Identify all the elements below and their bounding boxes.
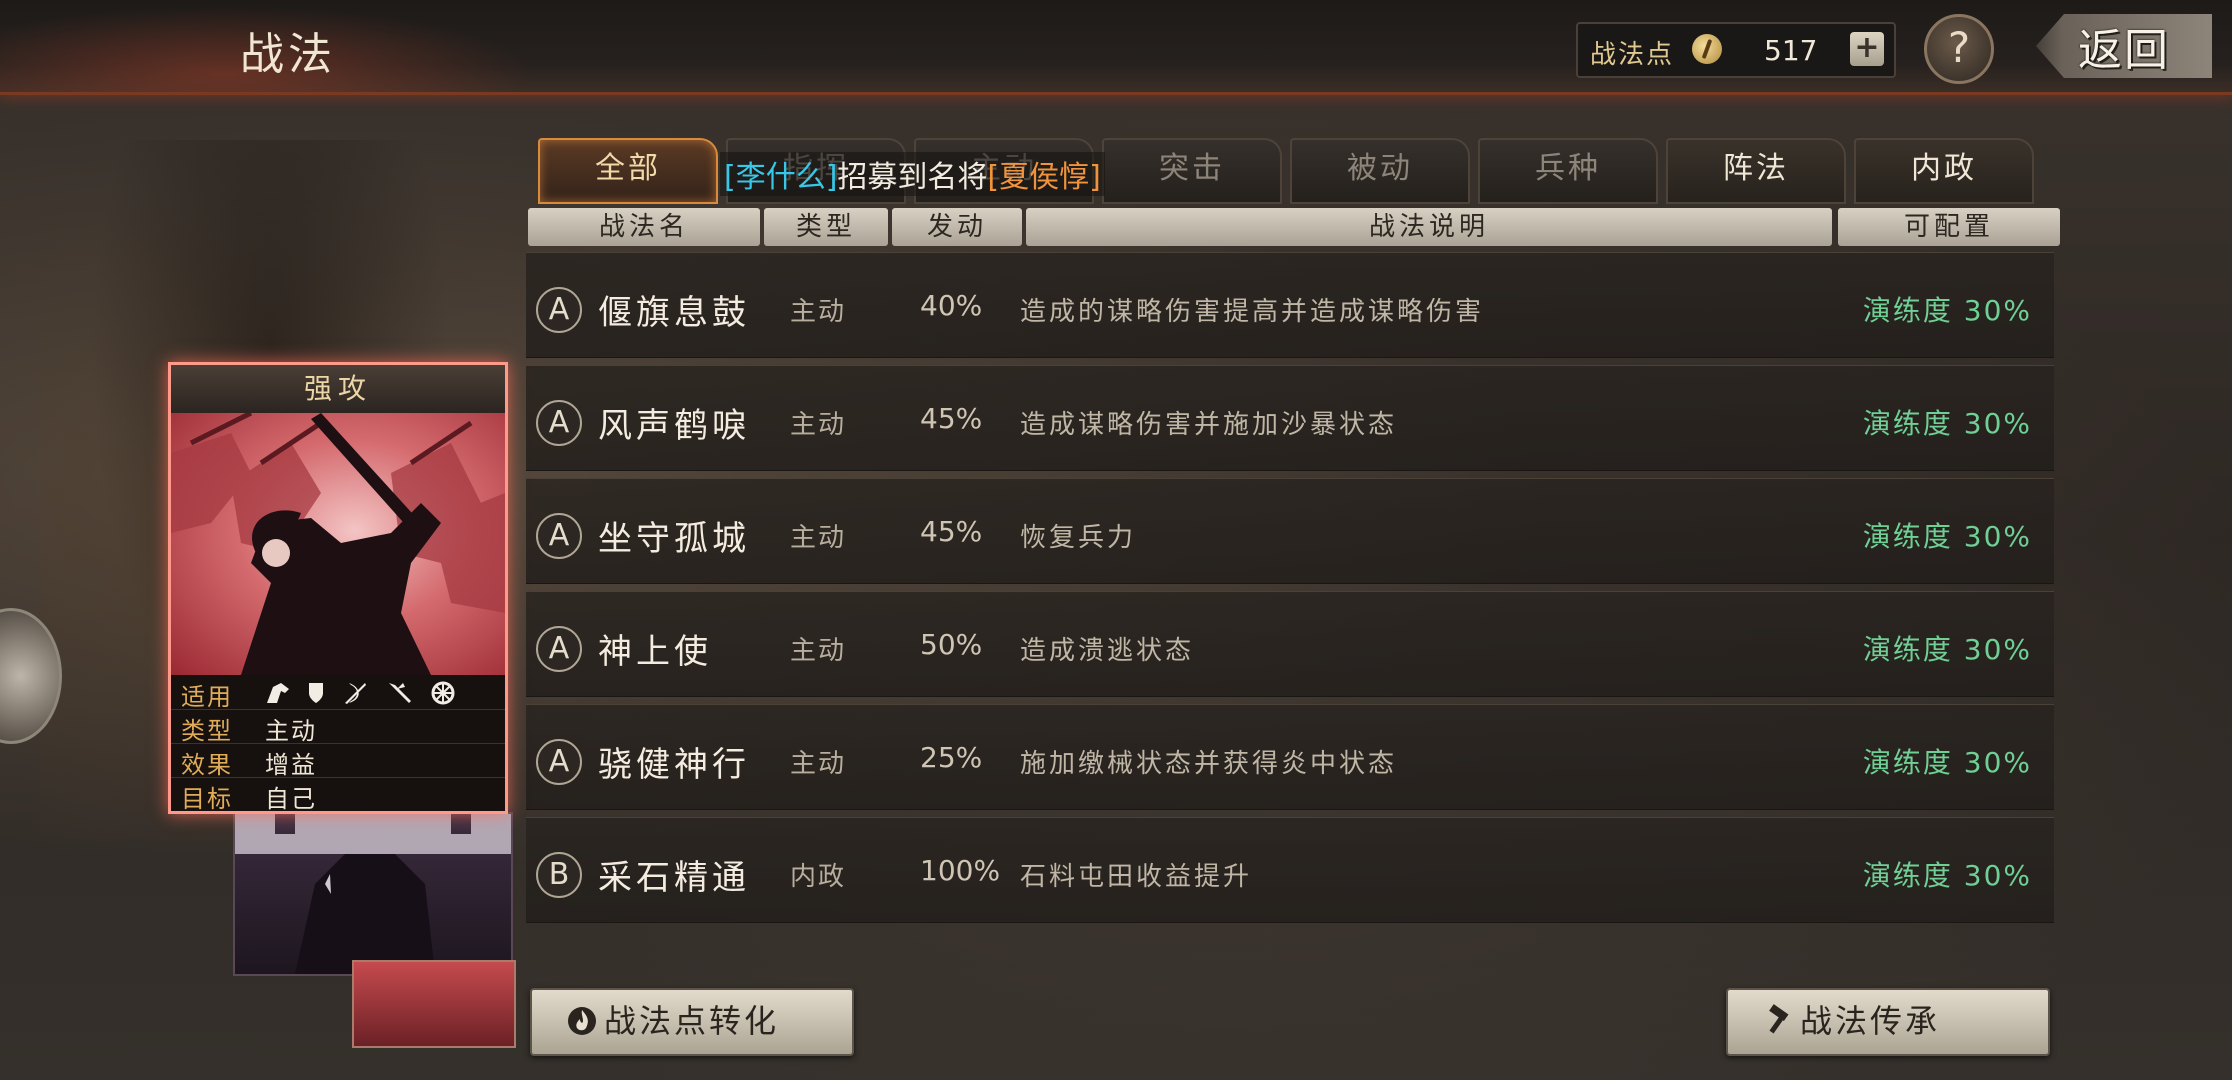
skill-config: 演练度 30% (1862, 633, 2032, 666)
tab-troop-type[interactable]: 兵种 (1478, 138, 1658, 204)
card-value: 主动 (265, 717, 317, 745)
skill-card-back[interactable] (352, 960, 516, 1048)
skill-points-value: 517 (1764, 34, 1818, 67)
skill-points-display: 战法点 517 + (1576, 22, 1896, 78)
tab-formation[interactable]: 阵法 (1666, 138, 1846, 204)
unit-type-icons (265, 679, 465, 709)
flame-icon (568, 1007, 596, 1035)
skill-type: 主动 (790, 749, 847, 779)
card-value: 增益 (265, 751, 317, 779)
card-art (171, 413, 505, 675)
brush-coin-icon (1692, 34, 1722, 64)
grade-badge: A (536, 739, 582, 785)
card-key: 适用 (181, 683, 233, 711)
hammer-icon (1769, 1004, 1789, 1034)
broadcast-general-name: [夏侯惇] (987, 160, 1101, 195)
skill-rate: 45% (920, 402, 983, 435)
column-header-name[interactable]: 战法名 (528, 208, 760, 246)
skill-card-back[interactable] (233, 812, 513, 976)
skill-config: 演练度 30% (1862, 859, 2032, 892)
grade-badge: A (536, 400, 582, 446)
column-header-rate[interactable]: 发动 (892, 208, 1022, 246)
skill-rate: 100% (920, 854, 1001, 887)
skill-description: 造成的谋略伤害提高并造成谋略伤害 (1020, 297, 1485, 327)
skill-type: 主动 (790, 297, 847, 327)
bow-icon (345, 683, 366, 704)
card-key: 效果 (181, 751, 233, 779)
skill-description: 石料屯田收益提升 (1020, 862, 1253, 892)
broadcast-text: 招募到名将 (837, 160, 988, 195)
grade-badge: B (536, 852, 582, 898)
grade-badge: A (536, 626, 582, 672)
skill-type: 内政 (790, 862, 847, 892)
card-row-effect: 效果 增益 (171, 743, 505, 779)
card-key: 类型 (181, 717, 233, 745)
skill-rate: 45% (920, 515, 983, 548)
skill-row[interactable]: B 采石精通 内政 100% 石料屯田收益提升 演练度 30% (526, 817, 2054, 923)
page-title: 战法 (240, 29, 336, 80)
skill-description: 造成溃逃状态 (1020, 636, 1195, 666)
card-row-applicable: 适用 (171, 675, 505, 711)
skill-name: 神上使 (598, 632, 712, 672)
column-header-config[interactable]: 可配置 (1838, 208, 2060, 246)
column-header-type[interactable]: 类型 (764, 208, 888, 246)
skill-row[interactable]: A 骁健神行 主动 25% 施加缴械状态并获得炎中状态 演练度 30% (526, 704, 2054, 810)
skill-rate: 40% (920, 289, 983, 322)
selected-skill-card[interactable]: 强攻 适用 类型 主动 效果 增益 目标 自己 (168, 362, 508, 814)
column-header-description: 战法说明 (1026, 208, 1832, 246)
convert-label: 战法点转化 (604, 1002, 780, 1040)
skill-row[interactable]: A 坐守孤城 主动 45% 恢复兵力 演练度 30% (526, 478, 2054, 584)
skill-description: 造成谋略伤害并施加沙暴状态 (1020, 410, 1398, 440)
grade-badge: A (536, 287, 582, 333)
skill-name: 风声鹤唳 (598, 406, 750, 446)
skill-name: 坐守孤城 (598, 519, 750, 559)
convert-skill-points-button[interactable]: 战法点转化 (530, 988, 854, 1056)
back-button-label[interactable]: 返回 (2078, 14, 2170, 78)
skill-row[interactable]: A 神上使 主动 50% 造成溃逃状态 演练度 30% (526, 591, 2054, 697)
skill-config: 演练度 30% (1862, 746, 2032, 779)
recruit-broadcast: [李什么]招募到名将[夏侯惇] (720, 152, 1105, 196)
charging-warrior-art (171, 413, 505, 675)
skill-name: 采石精通 (598, 858, 750, 898)
skill-config: 演练度 30% (1862, 294, 2032, 327)
card-title: 强攻 (171, 365, 505, 413)
skill-row[interactable]: A 偃旗息鼓 主动 40% 造成的谋略伤害提高并造成谋略伤害 演练度 30% (526, 252, 2054, 358)
skill-name: 骁健神行 (598, 745, 750, 785)
castle-silhouette-art (235, 814, 511, 974)
tab-internal-affairs[interactable]: 内政 (1854, 138, 2034, 204)
tab-assault[interactable]: 突击 (1102, 138, 1282, 204)
skill-row[interactable]: A 风声鹤唳 主动 45% 造成谋略伤害并施加沙暴状态 演练度 30% (526, 365, 2054, 471)
cavalry-icon (267, 683, 289, 703)
card-row-type: 类型 主动 (171, 709, 505, 745)
card-key: 目标 (181, 785, 233, 813)
skill-description: 恢复兵力 (1020, 523, 1137, 553)
skill-type: 主动 (790, 410, 847, 440)
broadcast-player-name: [李什么] (724, 160, 838, 195)
shield-icon (309, 683, 323, 703)
help-button[interactable]: ? (1924, 14, 1994, 84)
skill-points-label: 战法点 (1590, 40, 1675, 70)
skill-rate: 25% (920, 741, 983, 774)
inherit-skill-button[interactable]: 战法传承 (1726, 988, 2050, 1056)
inherit-label: 战法传承 (1800, 1002, 1941, 1040)
skill-rate: 50% (920, 628, 983, 661)
card-value: 自己 (265, 785, 317, 813)
add-points-button[interactable]: + (1850, 32, 1884, 66)
tab-passive[interactable]: 被动 (1290, 138, 1470, 204)
card-row-target: 目标 自己 (171, 777, 505, 813)
grade-badge: A (536, 513, 582, 559)
skill-config: 演练度 30% (1862, 407, 2032, 440)
spear-icon (389, 683, 411, 703)
tab-all[interactable]: 全部 (538, 138, 718, 204)
skill-config: 演练度 30% (1862, 520, 2032, 553)
skill-name: 偃旗息鼓 (598, 293, 750, 333)
skill-type: 主动 (790, 523, 847, 553)
skill-description: 施加缴械状态并获得炎中状态 (1020, 749, 1398, 779)
skill-list[interactable]: A 偃旗息鼓 主动 40% 造成的谋略伤害提高并造成谋略伤害 演练度 30% A… (526, 252, 2054, 966)
skill-type: 主动 (790, 636, 847, 666)
card-info: 适用 类型 主动 效果 增益 目标 自己 (171, 675, 505, 813)
